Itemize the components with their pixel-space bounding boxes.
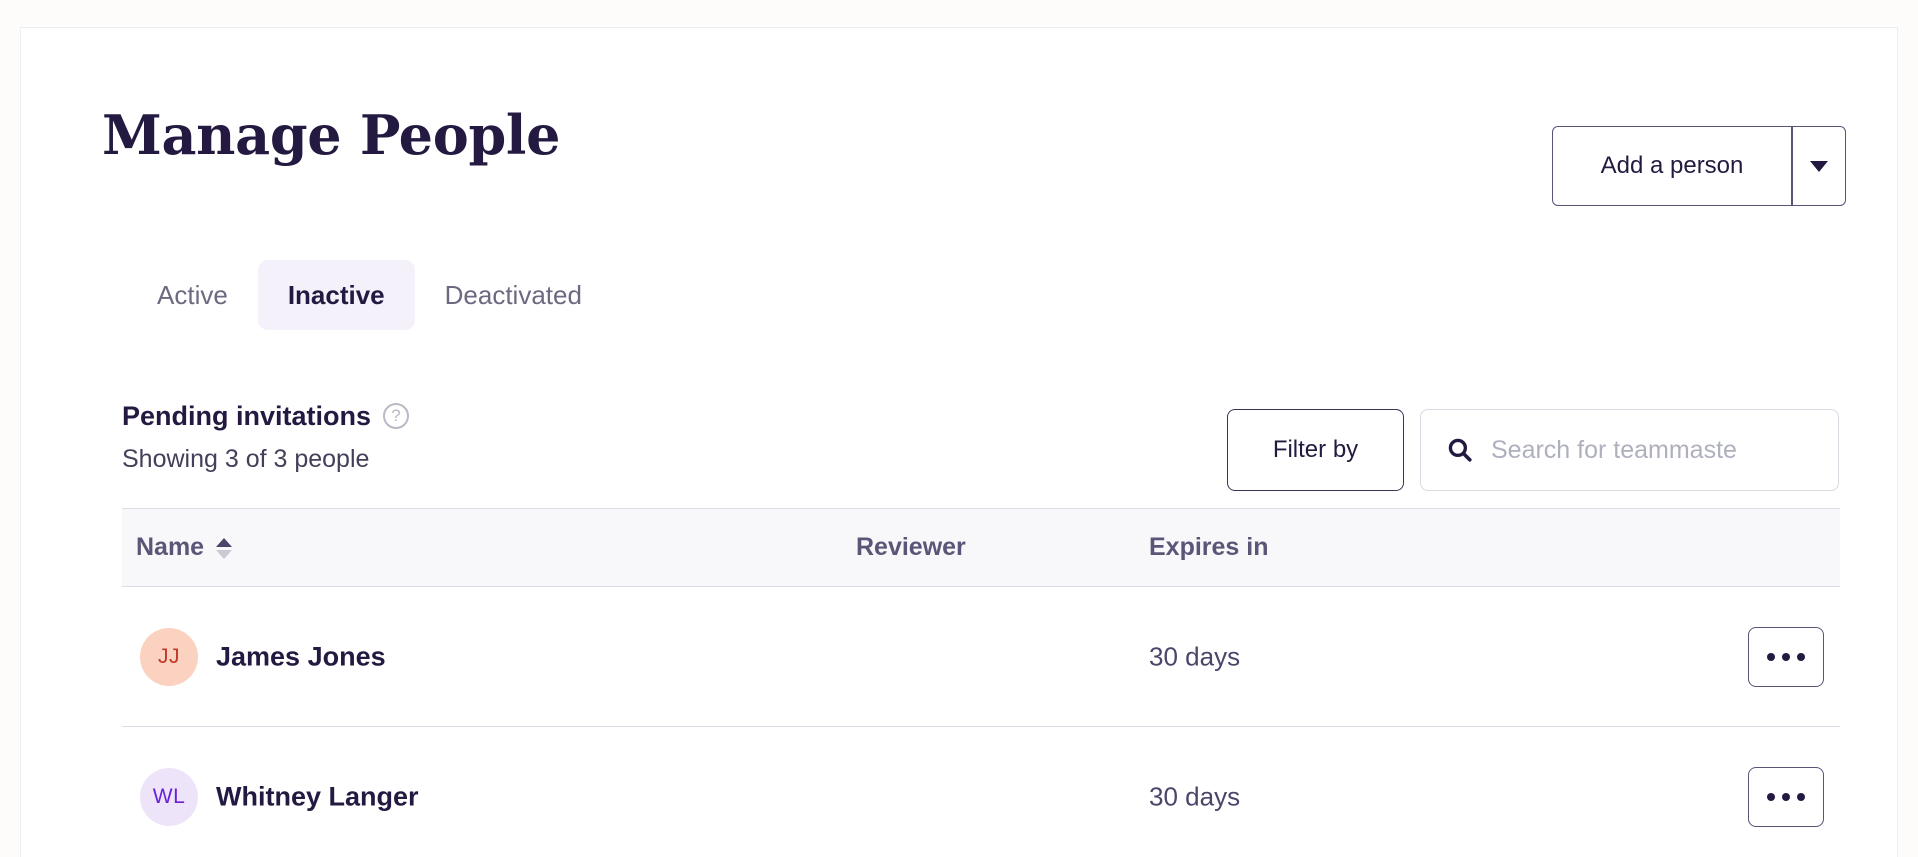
- search-icon: [1443, 435, 1477, 465]
- add-a-person-dropdown-button[interactable]: [1793, 127, 1845, 205]
- manage-people-card: Manage People Add a person Active Inacti…: [20, 27, 1898, 857]
- question-mark-circle-icon[interactable]: ?: [383, 403, 410, 429]
- table-row[interactable]: WL Whitney Langer 30 days: [122, 727, 1840, 857]
- table-row[interactable]: JJ James Jones 30 days: [122, 587, 1840, 727]
- section-header: Pending invitations ? Showing 3 of 3 peo…: [122, 400, 410, 474]
- add-a-person-button[interactable]: Add a person: [1553, 127, 1791, 205]
- avatar: WL: [140, 767, 198, 826]
- sort-ascending-icon: [216, 537, 233, 547]
- sort-descending-icon: [216, 549, 233, 559]
- ellipsis-icon: [1782, 652, 1790, 661]
- ellipsis-icon: [1767, 792, 1775, 801]
- column-header-name[interactable]: Name: [136, 509, 233, 586]
- column-header-reviewer: Reviewer: [856, 533, 966, 561]
- row-actions-button[interactable]: [1748, 766, 1824, 827]
- column-header-expires-in: Expires in: [1149, 533, 1269, 561]
- add-a-person-split-button[interactable]: Add a person: [1552, 126, 1846, 206]
- tab-inactive[interactable]: Inactive: [257, 260, 415, 330]
- search-box[interactable]: [1420, 409, 1839, 491]
- section-title: Pending invitations: [122, 401, 372, 431]
- person-expires-in: 30 days: [1149, 641, 1241, 671]
- person-name: Whitney Langer: [216, 781, 419, 811]
- tab-active[interactable]: Active: [127, 260, 258, 330]
- chevron-down-icon: [1809, 160, 1828, 172]
- ellipsis-icon: [1797, 652, 1805, 661]
- person-expires-in: 30 days: [1149, 781, 1241, 811]
- ellipsis-icon: [1782, 792, 1790, 801]
- ellipsis-icon: [1767, 652, 1775, 661]
- ellipsis-icon: [1797, 792, 1805, 801]
- page-title: Manage People: [102, 103, 561, 167]
- results-count: Showing 3 of 3 people: [122, 445, 370, 473]
- search-input[interactable]: [1491, 435, 1838, 465]
- avatar: JJ: [140, 627, 198, 686]
- table-header-row: Name Reviewer Expires in: [122, 508, 1840, 587]
- column-header-name-label: Name: [136, 533, 205, 561]
- person-name: James Jones: [216, 641, 386, 671]
- tab-deactivated[interactable]: Deactivated: [415, 260, 612, 330]
- sort-arrows-icon[interactable]: [216, 537, 233, 559]
- pending-invitations-table: Name Reviewer Expires in JJ James Jones …: [122, 508, 1840, 857]
- section-title-row: Pending invitations ?: [122, 400, 410, 432]
- filter-by-button[interactable]: Filter by: [1227, 409, 1404, 491]
- status-tabs: Active Inactive Deactivated: [127, 260, 612, 330]
- row-actions-button[interactable]: [1748, 626, 1824, 687]
